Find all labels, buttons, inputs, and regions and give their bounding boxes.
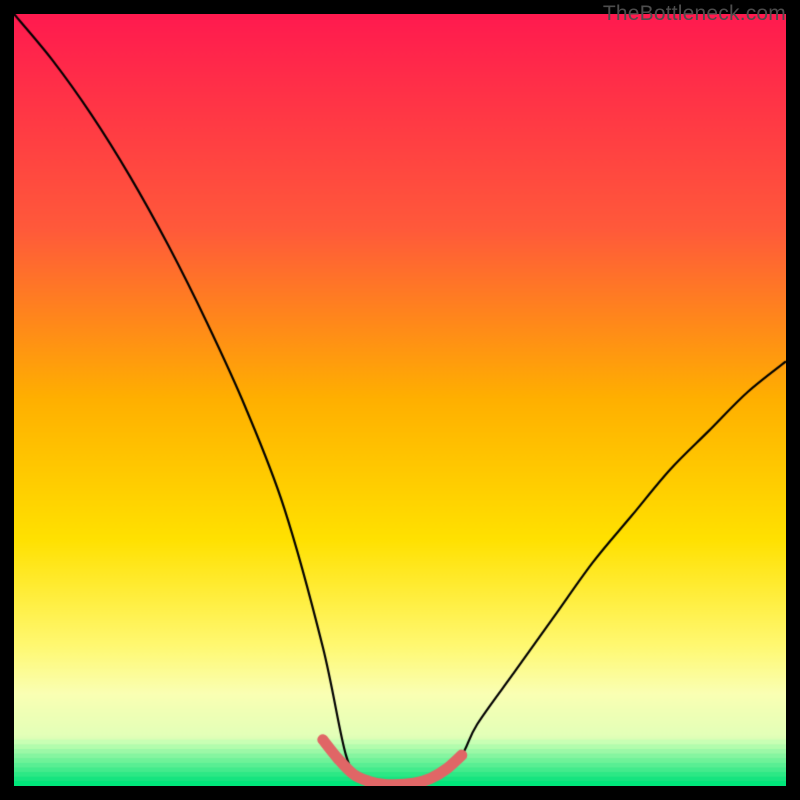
plot-area [14,14,786,786]
chart-frame: TheBottleneck.com [0,0,800,800]
bottleneck-curve [14,14,786,786]
watermark-label: TheBottleneck.com [603,0,786,26]
